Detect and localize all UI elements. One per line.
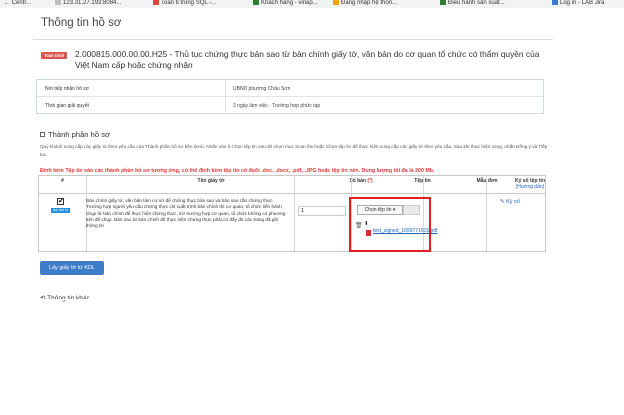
star-icon	[333, 0, 339, 5]
title-divider	[33, 39, 553, 40]
components-heading-label: Thành phần hồ sơ	[48, 130, 110, 139]
content-mask	[0, 299, 624, 300]
collapse-icon	[40, 132, 45, 137]
time-label: Thời gian giải quyết	[45, 103, 89, 109]
status-badge: Toàn trình	[41, 52, 68, 59]
bookmarks-bar: ← Centr... 123.31.27.193:8084... Toàn tỉ…	[0, 0, 624, 8]
col-header-index: #	[61, 178, 64, 184]
info-row-receive: Nơi tiếp nhận hồ sơ UBND phường Châu Sơn	[37, 80, 543, 97]
receive-value: UBND phường Châu Sơn	[233, 86, 291, 92]
bookmark-label: Đăng nhập hệ thốn...	[341, 0, 398, 6]
procedure-info-table: Nơi tiếp nhận hồ sơ UBND phường Châu Sơn…	[36, 79, 544, 115]
info-row-time: Thời gian giải quyết 2 ngày làm việc - T…	[37, 97, 543, 114]
page-icon	[552, 0, 558, 5]
bookmark-item[interactable]: Đăng nhập hệ thốn...	[333, 0, 397, 8]
bookmark-item[interactable]: Toàn tỉ trong SQL -...	[153, 0, 216, 8]
col-header-sign: Ký số tệp tin (Hướng dẫn)	[515, 176, 545, 193]
components-guide: Quý khách cung cấp các giấy tờ theo yêu …	[40, 144, 548, 157]
get-documents-from-kdl-button[interactable]: Lấy giấy tờ từ KDL	[40, 261, 104, 275]
col-header-copies: Số bản (*)	[336, 176, 386, 193]
bookmark-label: ← Centr...	[4, 0, 32, 6]
sign-label: Ký số	[506, 199, 520, 205]
sign-file-link[interactable]: ✎ Ký số	[500, 199, 520, 205]
col-divider	[294, 176, 295, 251]
bookmark-label: Điều hành sản xuất...	[448, 0, 505, 6]
document-name: Bản chính giấy tờ, văn bản làm cơ sở để …	[86, 198, 286, 229]
paper-document-tag: Mặc định hồ sơ giấy	[51, 208, 70, 217]
page-icon	[153, 0, 159, 5]
bookmark-item[interactable]: ← Centr...	[4, 0, 31, 8]
header-divider	[39, 193, 545, 194]
col-divider	[486, 176, 487, 251]
attachment-warning: Đính kèm Tệp tin vào các thành phần hồ s…	[40, 168, 435, 174]
bookmark-label: Khách hàng - vinap...	[261, 0, 318, 6]
page-icon	[55, 0, 61, 5]
bookmark-item[interactable]: 123.31.27.193:8084...	[55, 0, 121, 8]
col-header-template: Mẫu đơn	[476, 178, 498, 184]
bookmark-item[interactable]: Log in - LAB Jira	[552, 0, 604, 8]
sheet-icon	[440, 0, 446, 5]
procedure-title: 2.000815.000.00.00.H25 - Thủ tục chứng t…	[75, 49, 540, 70]
bookmark-item[interactable]: Điều hành sản xuất...	[440, 0, 505, 8]
sheet-icon	[253, 0, 259, 5]
bookmark-label: Toàn tỉ trong SQL -...	[161, 0, 217, 6]
page-title: Thông tin hồ sơ	[41, 17, 122, 29]
sign-guide-link[interactable]: (Hướng dẫn)	[516, 184, 545, 190]
bookmark-item[interactable]: Khách hàng - vinap...	[253, 0, 318, 8]
highlight-box	[349, 197, 431, 252]
select-checkbox[interactable]	[57, 197, 64, 205]
bookmark-label: 123.31.27.193:8084...	[63, 0, 122, 6]
time-value: 2 ngày làm việc - Trường hợp phức tạp	[233, 103, 321, 109]
components-heading[interactable]: Thành phần hồ sơ	[40, 130, 110, 139]
required-mark: (*)	[367, 178, 373, 184]
col-header-name: Tên giấy tờ	[197, 178, 225, 184]
copies-input[interactable]: 1	[298, 206, 346, 216]
other-info-heading[interactable]: ⟲ Thông tin khác	[40, 294, 90, 302]
receive-label: Nơi tiếp nhận hồ sơ	[45, 86, 90, 92]
bookmark-label: Log in - LAB Jira	[560, 0, 605, 6]
